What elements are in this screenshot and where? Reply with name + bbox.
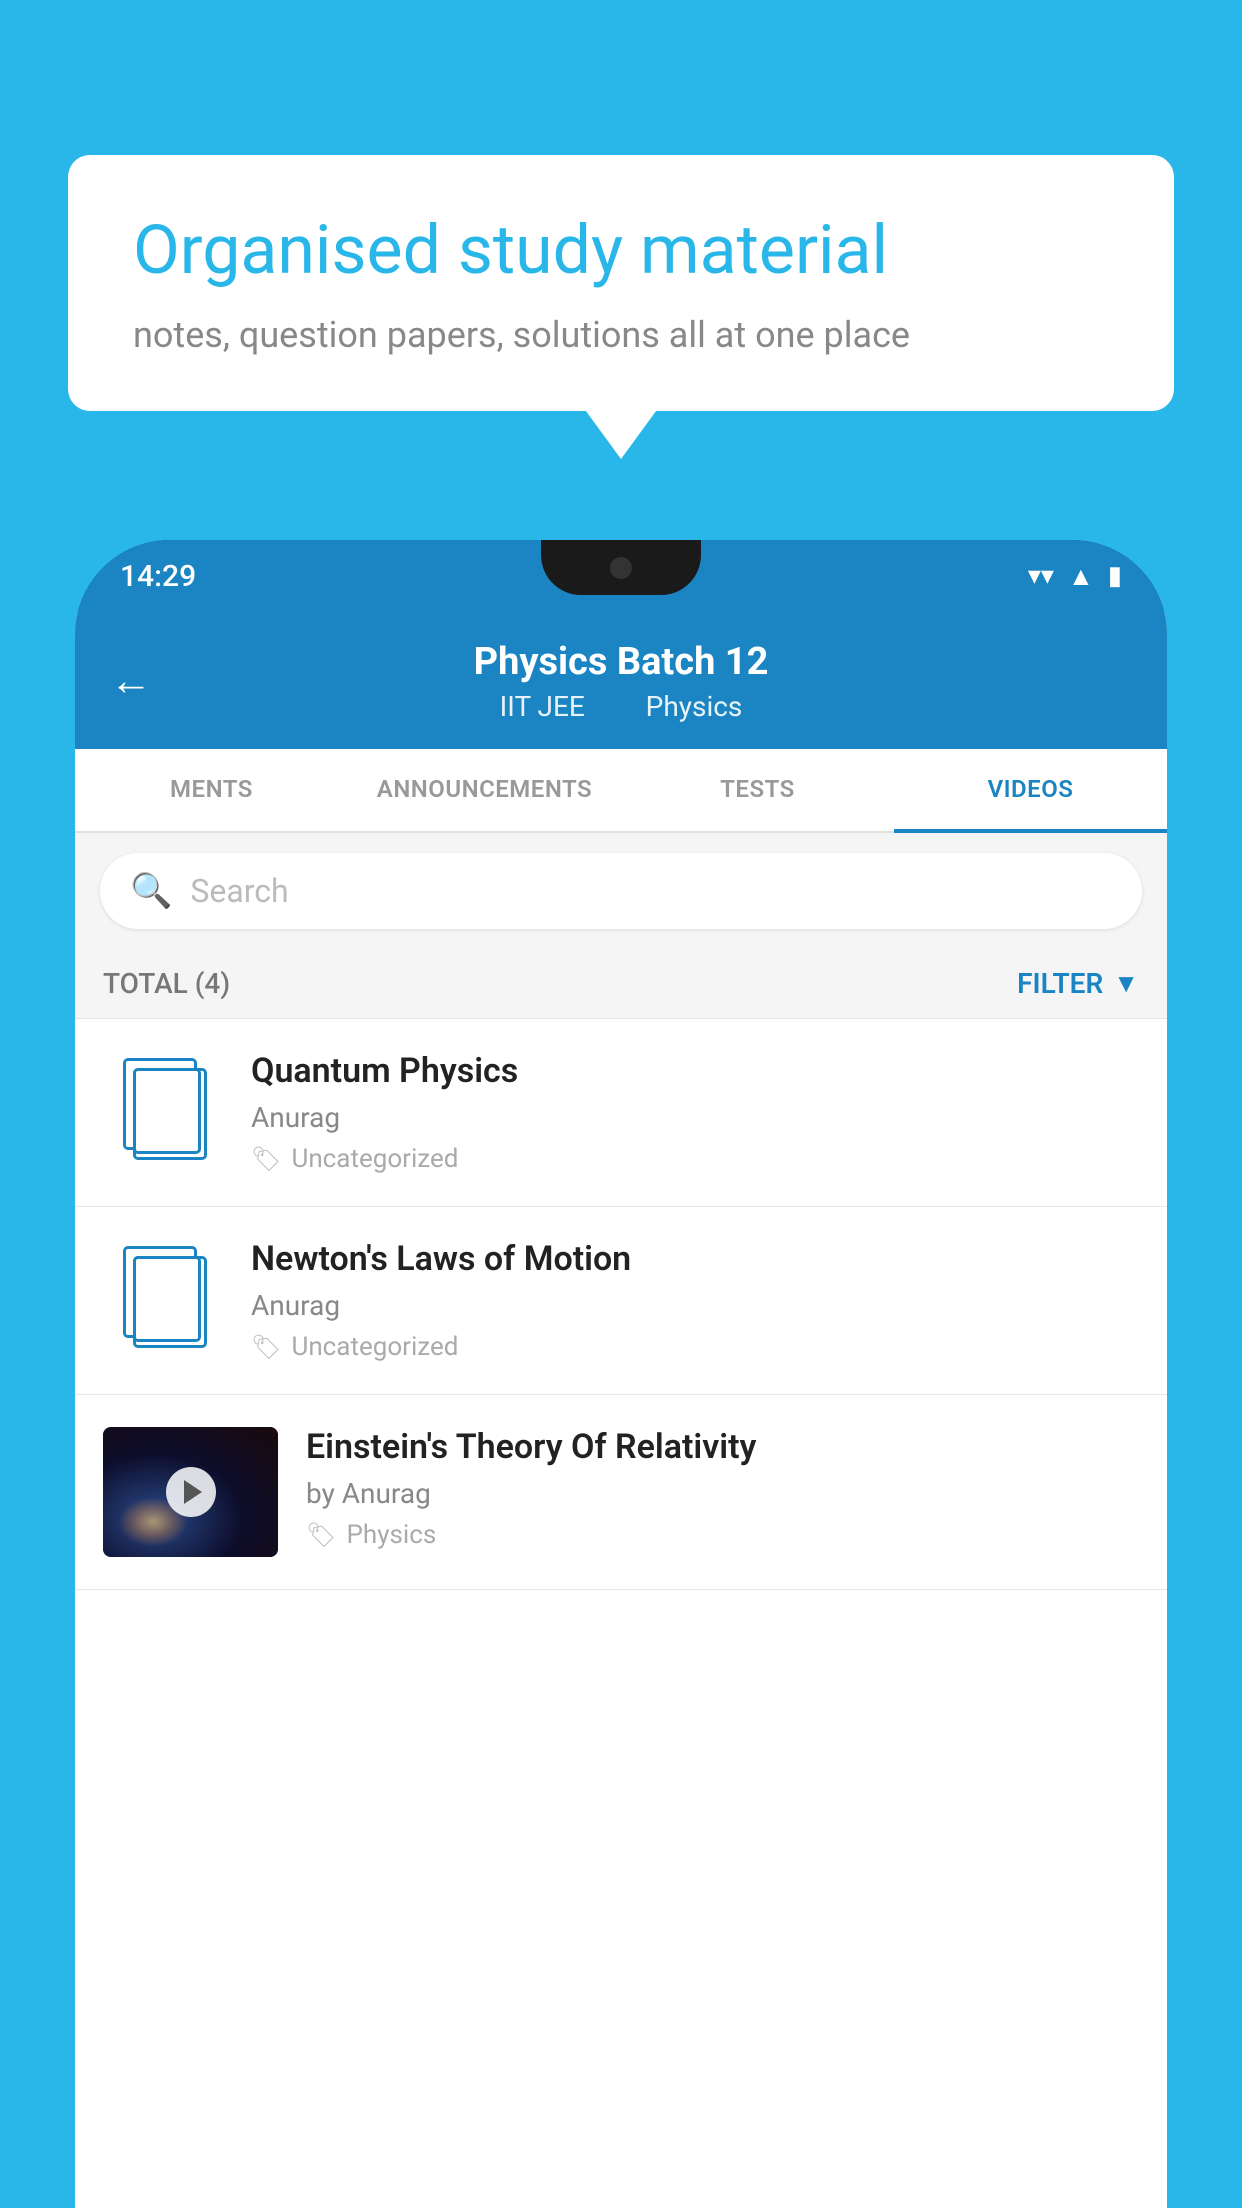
notch	[541, 540, 701, 595]
video-thumbnail-1	[103, 1051, 223, 1161]
video-tag-1: 🏷 Uncategorized	[251, 1144, 1139, 1174]
subtitle-separator	[612, 690, 626, 723]
header-title: Physics Batch 12	[474, 640, 769, 684]
subtitle-part2: Physics	[646, 690, 743, 723]
list-item[interactable]: Newton's Laws of Motion Anurag 🏷 Uncateg…	[75, 1207, 1167, 1395]
doc-icon-1	[123, 1058, 203, 1154]
total-count: TOTAL (4)	[103, 967, 230, 1000]
tag-icon-1: 🏷	[251, 1145, 281, 1173]
app-header: ← Physics Batch 12 IIT JEE Physics	[75, 612, 1167, 749]
back-button[interactable]: ←	[110, 656, 152, 705]
search-container: 🔍 Search	[75, 833, 1167, 949]
header-subtitle: IIT JEE Physics	[490, 690, 753, 723]
speech-bubble: Organised study material notes, question…	[68, 155, 1174, 411]
speech-bubble-container: Organised study material notes, question…	[68, 155, 1174, 411]
video-info-3: Einstein's Theory Of Relativity by Anura…	[306, 1427, 1139, 1550]
subtitle-part1: IIT JEE	[500, 690, 585, 723]
filter-icon: ▼	[1113, 968, 1139, 999]
signal-icon: ▲	[1068, 561, 1094, 592]
video-list: Quantum Physics Anurag 🏷 Uncategorized N	[75, 1019, 1167, 2208]
video-tag-2: 🏷 Uncategorized	[251, 1332, 1139, 1362]
search-bar[interactable]: 🔍 Search	[100, 853, 1142, 929]
video-author-3: by Anurag	[306, 1477, 1139, 1510]
video-info-1: Quantum Physics Anurag 🏷 Uncategorized	[251, 1051, 1139, 1174]
video-author-1: Anurag	[251, 1101, 1139, 1134]
tag-icon-2: 🏷	[251, 1333, 281, 1361]
search-icon: 🔍	[130, 871, 172, 911]
filter-label: FILTER	[1017, 967, 1103, 1000]
video-title-2: Newton's Laws of Motion	[251, 1239, 1139, 1279]
tab-videos[interactable]: VIDEOS	[894, 749, 1167, 833]
search-placeholder: Search	[190, 872, 288, 910]
doc-icon-2	[123, 1246, 203, 1342]
tag-label-2: Uncategorized	[291, 1332, 458, 1362]
video-author-2: Anurag	[251, 1289, 1139, 1322]
speech-bubble-subtitle: notes, question papers, solutions all at…	[133, 314, 1109, 356]
doc-icon-inner-2	[133, 1256, 201, 1342]
status-bar: 14:29 ▾▾ ▲ ▮	[75, 540, 1167, 612]
video-title-3: Einstein's Theory Of Relativity	[306, 1427, 1139, 1467]
video-tag-3: 🏷 Physics	[306, 1520, 1139, 1550]
tag-label-1: Uncategorized	[291, 1144, 458, 1174]
battery-icon: ▮	[1108, 561, 1122, 591]
play-button[interactable]	[166, 1467, 216, 1517]
status-icons: ▾▾ ▲ ▮	[1028, 561, 1122, 592]
app-screen: ← Physics Batch 12 IIT JEE Physics MENTS…	[75, 612, 1167, 2208]
list-item[interactable]: Quantum Physics Anurag 🏷 Uncategorized	[75, 1019, 1167, 1207]
speech-bubble-title: Organised study material	[133, 210, 1109, 292]
tag-label-3: Physics	[346, 1520, 436, 1550]
tab-tests[interactable]: TESTS	[621, 749, 894, 833]
camera-dot	[610, 557, 632, 579]
doc-icon-inner-1	[133, 1068, 201, 1154]
wifi-icon: ▾▾	[1028, 561, 1054, 591]
filter-row: TOTAL (4) FILTER ▼	[75, 949, 1167, 1019]
play-icon	[184, 1480, 202, 1504]
filter-button[interactable]: FILTER ▼	[1017, 967, 1139, 1000]
video-info-2: Newton's Laws of Motion Anurag 🏷 Uncateg…	[251, 1239, 1139, 1362]
status-time: 14:29	[120, 559, 196, 594]
list-item[interactable]: Einstein's Theory Of Relativity by Anura…	[75, 1395, 1167, 1590]
phone-frame: 14:29 ▾▾ ▲ ▮ ← Physics Batch 12 IIT JEE …	[75, 540, 1167, 2208]
tabs: MENTS ANNOUNCEMENTS TESTS VIDEOS	[75, 749, 1167, 833]
tab-announcements[interactable]: ANNOUNCEMENTS	[348, 749, 621, 833]
video-thumbnail-2	[103, 1239, 223, 1349]
tab-ments[interactable]: MENTS	[75, 749, 348, 833]
video-thumbnail-3	[103, 1427, 278, 1557]
video-title-1: Quantum Physics	[251, 1051, 1139, 1091]
tag-icon-3: 🏷	[306, 1521, 336, 1549]
